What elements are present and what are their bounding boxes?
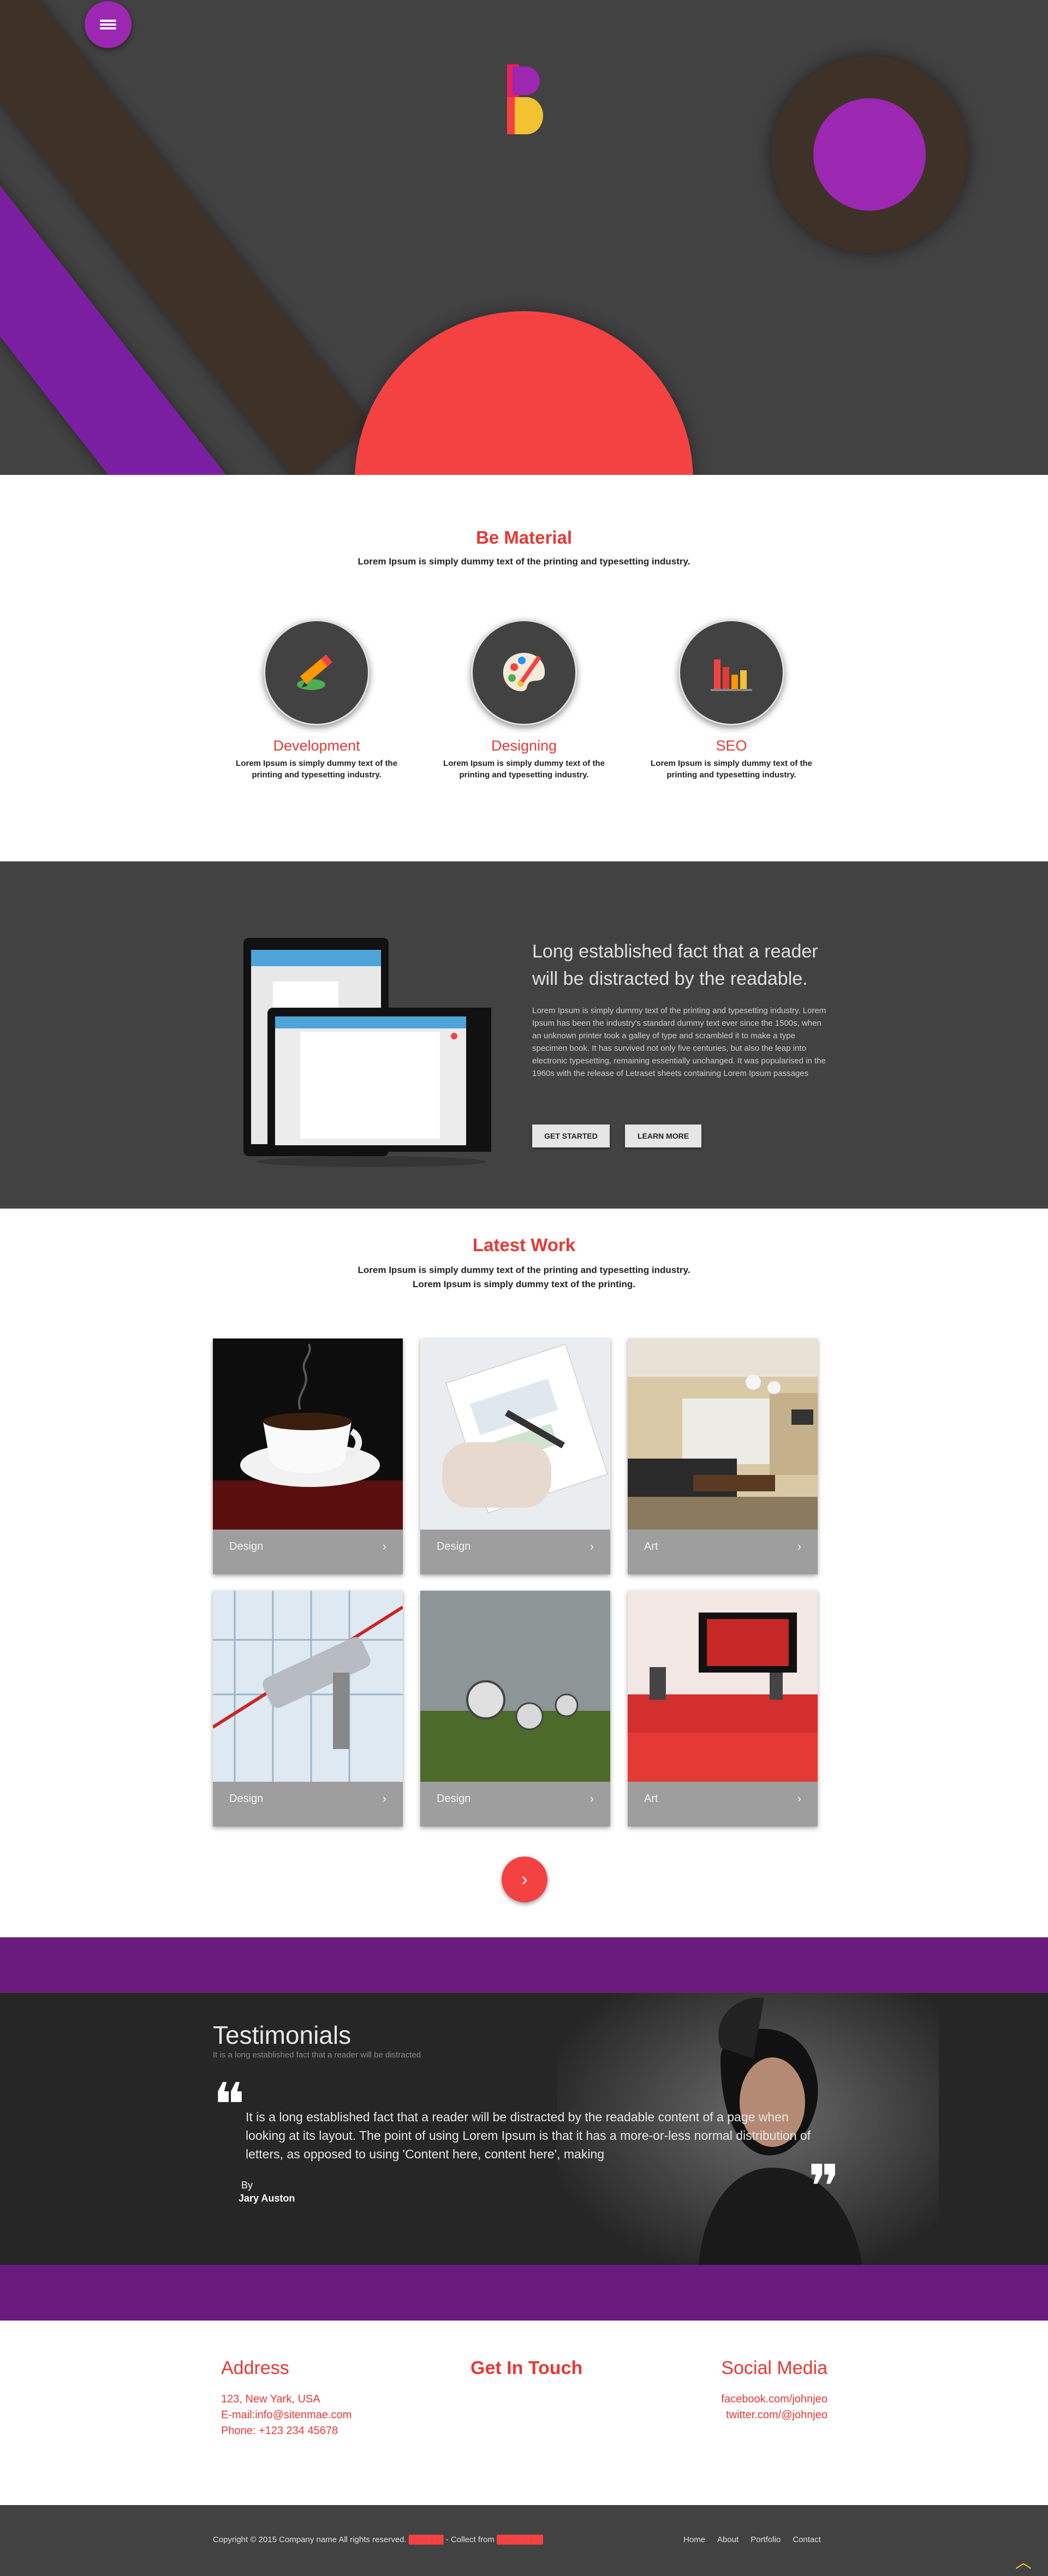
address-line: 123, New Yark, USA: [221, 2393, 320, 2405]
close-quote-icon: ❞: [808, 2152, 841, 2222]
services-section: Be Material Lorem Ipsum is simply dummy …: [0, 475, 1048, 861]
purple-band-top: [0, 1937, 1048, 1993]
scroll-to-top-icon[interactable]: ︿: [1015, 2549, 1032, 2573]
phone-line: Phone: +123 234 45678: [221, 2425, 338, 2437]
section-title: Be Material: [475, 527, 573, 548]
portfolio-card[interactable]: Design ›: [420, 1591, 610, 1827]
testimonial-by-label: By: [241, 2180, 253, 2191]
tablet-devices-illustration: [243, 938, 491, 1167]
service-name: SEO: [716, 737, 747, 754]
coffee-cup-image: [213, 1338, 403, 1530]
service-name: Designing: [491, 737, 557, 754]
service-designing: Designing Lorem Ipsum is simply dummy te…: [431, 620, 617, 781]
feature-body-text: Lorem Ipsum is simply dummy text of the …: [532, 1006, 826, 1078]
chevron-right-icon[interactable]: ›: [590, 1539, 594, 1554]
hero-brown-ring: [771, 56, 968, 253]
hero-purple-circle: [813, 98, 926, 211]
service-description: Lorem Ipsum is simply dummy text of the …: [236, 759, 397, 780]
bar-chart-icon: [711, 659, 752, 691]
portfolio-card[interactable]: Design ›: [213, 1591, 403, 1827]
feature-headline: Long established fact that a reader will…: [532, 941, 818, 989]
testimonials-subtitle: It is a long established fact that a rea…: [213, 2050, 421, 2060]
copyright-text: Copyright © 2015 Company name All rights…: [213, 2535, 543, 2544]
portfolio-card[interactable]: Art ›: [628, 1338, 818, 1574]
hero-red-circle: [355, 311, 693, 475]
melting-clocks-image: [420, 1591, 610, 1782]
get-started-button[interactable]: GET STARTED: [532, 1125, 610, 1147]
testimonial-author: Jary Auston: [239, 2193, 295, 2204]
source-link[interactable]: ████████: [497, 2535, 543, 2544]
palette-icon: [503, 653, 545, 692]
service-development: Development Lorem Ipsum is simply dummy …: [224, 620, 409, 781]
section-subtitle-line: Lorem Ipsum is simply dummy text of the …: [358, 1265, 690, 1275]
footer-nav-about[interactable]: About: [717, 2535, 739, 2544]
clipboard-chart-image: [420, 1338, 610, 1530]
testimonials-title: Testimonials: [213, 2021, 352, 2049]
service-icon-circle: [264, 620, 370, 725]
purple-band-bottom: [0, 2265, 1048, 2321]
service-description: Lorem Ipsum is simply dummy text of the …: [651, 759, 812, 780]
card-label: Art: [644, 1793, 658, 1805]
chevron-right-icon[interactable]: ›: [797, 1539, 801, 1554]
hamburger-menu-icon: [100, 18, 116, 31]
chevron-right-icon[interactable]: ›: [383, 1539, 386, 1554]
security-camera-image: [213, 1591, 403, 1782]
chevron-right-icon[interactable]: ›: [590, 1792, 594, 1806]
card-label: Design: [437, 1540, 471, 1552]
card-label: Art: [644, 1540, 658, 1552]
portfolio-card[interactable]: Design ›: [213, 1338, 403, 1574]
feature-section: Long established fact that a reader will…: [0, 861, 1048, 1209]
card-label: Design: [437, 1793, 471, 1805]
get-in-touch-title[interactable]: Get In Touch: [471, 2358, 582, 2379]
footer-nav-home[interactable]: Home: [683, 2535, 705, 2544]
facebook-link[interactable]: facebook.com/johnjeo: [721, 2391, 827, 2407]
copyright-notice: Copyright © 2015 Company name All rights…: [213, 2535, 407, 2544]
address-title: Address: [221, 2358, 289, 2378]
address-block: 123, New Yark, USA E-mail:info@sitenmae.…: [221, 2391, 352, 2439]
section-subtitle-line: Lorem Ipsum is simply dummy text of the …: [412, 1279, 636, 1289]
living-room-image: [628, 1338, 818, 1530]
section-subtitle: Lorem Ipsum is simply dummy text of the …: [0, 1263, 1048, 1292]
portfolio-card[interactable]: Art ›: [628, 1591, 818, 1827]
card-label: Design: [229, 1540, 264, 1552]
hero-banner: [0, 0, 1048, 475]
email-link[interactable]: E-mail:info@sitenmae.com: [221, 2407, 352, 2423]
service-icon-circle: [678, 620, 784, 725]
social-media-title: Social Media: [721, 2358, 827, 2378]
testimonial-quote: It is a long established fact that a rea…: [246, 2110, 811, 2161]
testimonials-section: Testimonials It is a long established fa…: [0, 1993, 1048, 2265]
menu-button[interactable]: [85, 1, 132, 48]
twitter-link[interactable]: twitter.com/@johnjeo: [721, 2407, 827, 2423]
open-quote-icon: ❝: [213, 2070, 246, 2140]
portfolio-section: Latest Work Lorem Ipsum is simply dummy …: [0, 1209, 1048, 1937]
card-label: Design: [229, 1793, 264, 1805]
footer-nav-contact[interactable]: Contact: [793, 2535, 821, 2544]
section-title: Latest Work: [472, 1235, 576, 1255]
service-name: Development: [273, 737, 360, 754]
chevron-right-icon[interactable]: ›: [383, 1792, 386, 1806]
service-icon-circle: [471, 620, 577, 725]
pencil-icon: [297, 655, 332, 690]
contact-section: Address 123, New Yark, USA E-mail:info@s…: [0, 2321, 1048, 2505]
footer: Copyright © 2015 Company name All rights…: [0, 2505, 1048, 2576]
service-seo: SEO Lorem Ipsum is simply dummy text of …: [639, 620, 824, 781]
b-logo-icon: [507, 64, 543, 134]
footer-nav-portfolio[interactable]: Portfolio: [751, 2535, 781, 2544]
collect-from-label: - Collect from: [445, 2535, 495, 2544]
red-interior-image: [628, 1591, 818, 1782]
footer-nav: Home About Portfolio Contact: [683, 2535, 833, 2544]
learn-more-button[interactable]: LEARN MORE: [625, 1125, 701, 1147]
chevron-right-icon[interactable]: ›: [797, 1792, 801, 1806]
section-subtitle: Lorem Ipsum is simply dummy text of the …: [358, 556, 690, 567]
credit-link[interactable]: ██████: [409, 2535, 446, 2544]
service-description: Lorem Ipsum is simply dummy text of the …: [443, 759, 605, 780]
social-links: facebook.com/johnjeo twitter.com/@johnje…: [721, 2391, 827, 2423]
next-page-button[interactable]: ›: [502, 1857, 547, 1902]
portfolio-card[interactable]: Design ›: [420, 1338, 610, 1574]
